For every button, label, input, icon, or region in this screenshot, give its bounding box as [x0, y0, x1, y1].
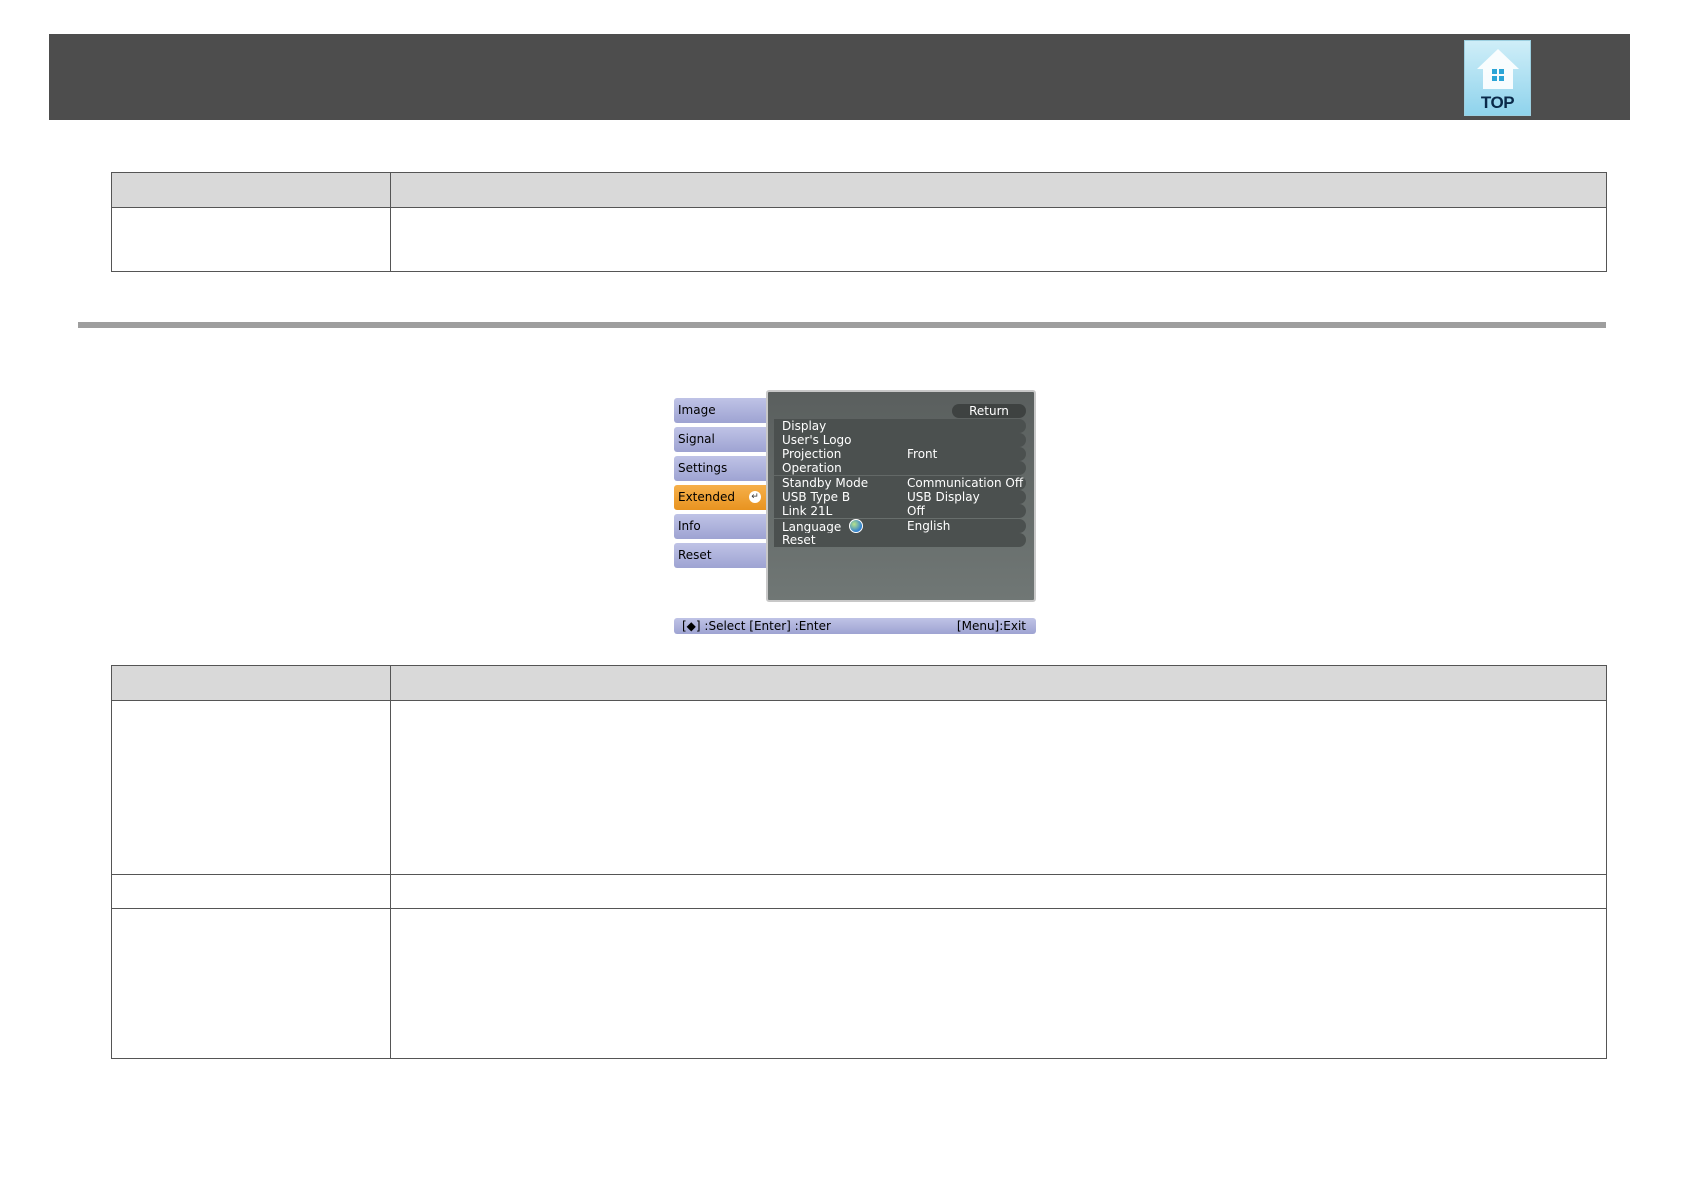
upper-table-cell: [111, 207, 391, 272]
item-name: Projection: [782, 447, 842, 461]
menu-panel: Return Display User's Logo Projection Fro…: [766, 390, 1036, 602]
menu-help-bar: [◆] :Select [Enter] :Enter [Menu]:Exit: [674, 618, 1036, 634]
lower-table-cell: [111, 908, 391, 1059]
page-header-bar: [49, 34, 1630, 120]
lower-table-cell: [390, 908, 1607, 1059]
item-name: Language: [782, 519, 864, 534]
upper-table-header-cell: [111, 172, 391, 208]
lower-table: [111, 665, 1607, 1059]
item-name: User's Logo: [782, 433, 852, 447]
menu-item-reset[interactable]: Reset: [774, 533, 1026, 547]
upper-table-cell: [390, 207, 1607, 272]
tab-label: Info: [678, 519, 701, 533]
help-select-enter: [◆] :Select [Enter] :Enter: [682, 619, 831, 633]
enter-icon: ↵: [749, 491, 761, 503]
lower-table-header-cell: [111, 665, 391, 701]
menu-item-operation[interactable]: Operation: [774, 461, 1026, 475]
menu-tab-signal[interactable]: Signal: [674, 427, 766, 452]
section-divider: [78, 322, 1606, 328]
upper-table: [111, 172, 1607, 272]
tab-label: Extended: [678, 490, 735, 504]
tab-label: Image: [678, 403, 716, 417]
globe-icon: [849, 519, 864, 533]
menu-tab-settings[interactable]: Settings: [674, 456, 766, 481]
lower-table-cell: [111, 700, 391, 875]
menu-tab-extended[interactable]: Extended ↵: [674, 485, 766, 510]
menu-tab-image[interactable]: Image: [674, 398, 766, 423]
lower-table-cell: [390, 700, 1607, 875]
menu-tab-info[interactable]: Info: [674, 514, 766, 539]
tab-label: Reset: [678, 548, 712, 562]
menu-tab-reset[interactable]: Reset: [674, 543, 766, 568]
item-name: Link 21L: [782, 504, 833, 518]
lower-table-cell: [390, 874, 1607, 909]
item-name: Display: [782, 419, 827, 433]
menu-item-display[interactable]: Display: [774, 419, 1026, 433]
top-button[interactable]: TOP: [1464, 40, 1531, 116]
item-value: English: [907, 519, 951, 533]
item-name: USB Type B: [782, 490, 851, 504]
top-button-label: TOP: [1480, 93, 1515, 112]
tab-label: Signal: [678, 432, 715, 446]
menu-item-link-21l[interactable]: Link 21L Off: [774, 504, 1026, 518]
upper-table-header-cell: [390, 172, 1607, 208]
menu-item-projection[interactable]: Projection Front: [774, 447, 1026, 461]
item-value: Off: [907, 504, 925, 518]
lower-table-cell: [111, 874, 391, 909]
item-name: Reset: [782, 533, 816, 547]
item-value: Communication Off: [907, 476, 1024, 490]
lower-table-header-cell: [390, 665, 1607, 701]
menu-item-usb-type-b[interactable]: USB Type B USB Display: [774, 490, 1026, 504]
item-value: Front: [907, 447, 938, 461]
tab-label: Settings: [678, 461, 728, 475]
home-icon: [1477, 49, 1519, 89]
item-name: Operation: [782, 461, 842, 475]
extended-menu-screenshot: Image Signal Settings Extended ↵ Info Re…: [672, 390, 1036, 636]
menu-item-users-logo[interactable]: User's Logo: [774, 433, 1026, 447]
menu-item-language[interactable]: Language English: [774, 519, 1026, 534]
help-exit: [Menu]:Exit: [956, 619, 1026, 633]
return-button[interactable]: Return: [952, 404, 1026, 418]
language-label: Language: [782, 520, 842, 534]
item-name: Standby Mode: [782, 476, 869, 490]
menu-item-standby-mode[interactable]: Standby Mode Communication Off: [774, 476, 1026, 490]
item-value: USB Display: [907, 490, 980, 504]
